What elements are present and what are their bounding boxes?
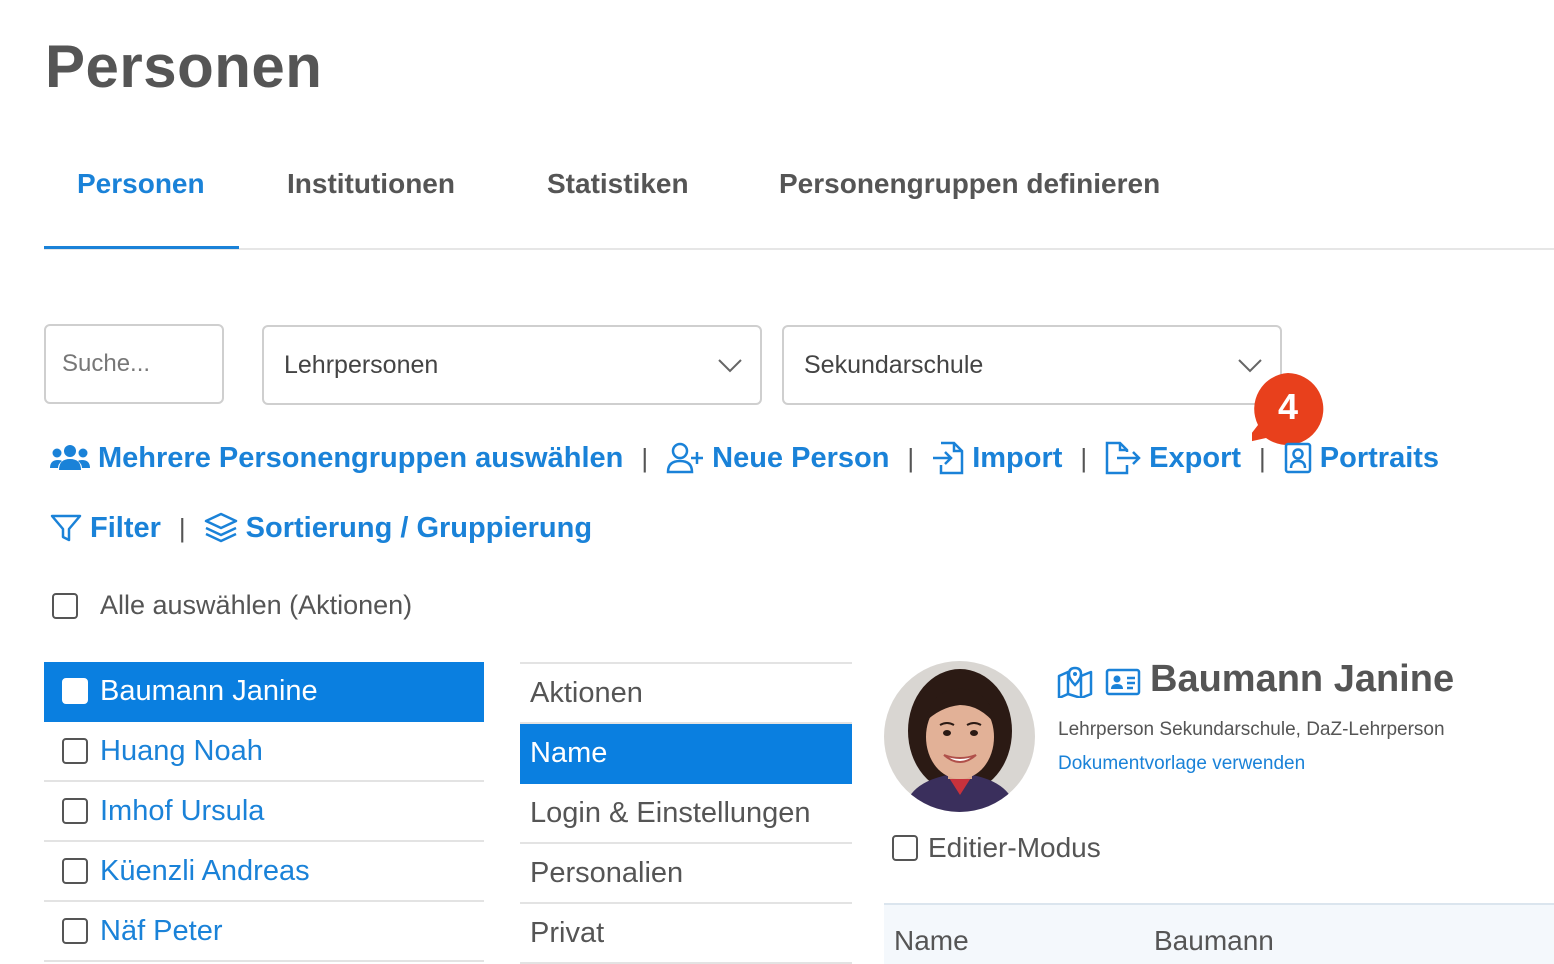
section-aktionen[interactable]: Aktionen xyxy=(520,664,852,724)
sorting-label: Sortierung / Gruppierung xyxy=(245,511,593,544)
multi-groups-link[interactable]: Mehrere Personengruppen auswählen xyxy=(50,442,623,475)
person-detail-name: Baumann Janine xyxy=(1150,658,1455,700)
tab-personengruppen-definieren[interactable]: Personengruppen definieren xyxy=(779,168,1160,200)
row-checkbox[interactable] xyxy=(62,738,88,764)
users-group-icon xyxy=(50,445,90,470)
export-label: Export xyxy=(1149,441,1242,474)
tab-statistiken[interactable]: Statistiken xyxy=(547,168,689,200)
separator: | xyxy=(641,442,649,473)
row-checkbox[interactable] xyxy=(62,798,88,824)
action-toolbar: Mehrere Personengruppen auswählen | Neue… xyxy=(50,438,1439,478)
tab-personen[interactable]: Personen xyxy=(77,168,205,200)
sorting-link[interactable]: Sortierung / Gruppierung xyxy=(204,512,592,545)
tab-institutionen[interactable]: Institutionen xyxy=(287,168,455,200)
row-checkbox[interactable] xyxy=(62,678,88,704)
document-template-link[interactable]: Dokumentvorlage verwenden xyxy=(1058,753,1305,775)
edit-mode-toggle: Editier-Modus xyxy=(892,832,1101,864)
multi-groups-label: Mehrere Personengruppen auswählen xyxy=(98,441,624,474)
user-plus-icon xyxy=(666,442,704,474)
filter-icon xyxy=(50,514,82,542)
import-label: Import xyxy=(972,441,1063,474)
layers-icon xyxy=(204,512,237,543)
list-item[interactable]: Imhof Ursula xyxy=(44,782,484,842)
portrait-icon xyxy=(1284,442,1312,474)
page-title: Personen xyxy=(45,33,323,100)
edit-mode-checkbox[interactable] xyxy=(892,835,918,861)
portrait-photo xyxy=(884,661,1035,812)
tab-bar: Personen Institutionen Statistiken Perso… xyxy=(44,150,1554,250)
info-table: Name Baumann xyxy=(884,903,1554,964)
new-person-label: Neue Person xyxy=(712,441,890,474)
filter-label: Filter xyxy=(90,511,161,544)
group-select-value: Lehrpersonen xyxy=(284,350,439,379)
step-badge: 4 xyxy=(1244,373,1324,445)
filter-link[interactable]: Filter xyxy=(50,512,161,545)
people-list: Baumann Janine Huang Noah Imhof Ursula K… xyxy=(44,662,484,962)
group-select[interactable]: Lehrpersonen xyxy=(262,325,762,405)
map-pin-icon[interactable] xyxy=(1057,666,1093,698)
search-input[interactable] xyxy=(44,324,224,404)
section-name[interactable]: Name xyxy=(520,724,852,784)
school-select[interactable]: Sekundarschule xyxy=(782,325,1282,405)
row-checkbox[interactable] xyxy=(62,858,88,884)
import-link[interactable]: Import xyxy=(932,441,1062,475)
separator: | xyxy=(1259,442,1266,473)
section-personalien[interactable]: Personalien xyxy=(520,844,852,904)
list-item[interactable]: Baumann Janine xyxy=(44,662,484,722)
portraits-label: Portraits xyxy=(1319,441,1440,474)
select-all-checkbox[interactable] xyxy=(52,592,78,619)
chevron-down-icon xyxy=(718,359,742,373)
section-privat[interactable]: Privat xyxy=(520,904,852,964)
school-select-value: Sekundarschule xyxy=(804,350,984,379)
view-toolbar: Filter | Sortierung / Gruppierung xyxy=(50,508,592,548)
person-name: Imhof Ursula xyxy=(100,794,265,827)
separator: | xyxy=(907,442,915,473)
person-name: Küenzli Andreas xyxy=(100,854,310,887)
row-checkbox[interactable] xyxy=(62,918,88,944)
step-badge-number: 4 xyxy=(1277,386,1299,427)
avatar xyxy=(884,661,1035,812)
separator: | xyxy=(1080,442,1088,473)
file-export-icon xyxy=(1105,441,1141,475)
active-tab-indicator xyxy=(44,246,239,249)
edit-mode-label: Editier-Modus xyxy=(928,832,1101,863)
person-name: Näf Peter xyxy=(100,914,223,947)
separator: | xyxy=(178,512,186,543)
list-item[interactable]: Näf Peter xyxy=(44,902,484,962)
export-link[interactable]: Export xyxy=(1105,441,1241,475)
section-login[interactable]: Login & Einstellungen xyxy=(520,784,852,844)
person-role: Lehrperson Sekundarschule, DaZ-Lehrperso… xyxy=(1058,719,1445,740)
portraits-link[interactable]: Portraits xyxy=(1284,442,1439,475)
person-name: Baumann Janine xyxy=(100,674,318,707)
info-value: Baumann xyxy=(1154,925,1274,956)
list-item[interactable]: Küenzli Andreas xyxy=(44,842,484,902)
section-list: Aktionen Name Login & Einstellungen Pers… xyxy=(520,662,852,964)
file-import-icon xyxy=(933,441,964,475)
person-name: Huang Noah xyxy=(100,734,263,767)
new-person-link[interactable]: Neue Person xyxy=(666,442,889,475)
id-card-icon[interactable] xyxy=(1105,666,1141,698)
select-all-label: Alle auswählen (Aktionen) xyxy=(100,590,413,620)
select-all-row: Alle auswählen (Aktionen) xyxy=(52,590,412,621)
info-label: Name xyxy=(894,925,969,956)
detail-icons xyxy=(1057,666,1141,698)
list-item[interactable]: Huang Noah xyxy=(44,722,484,782)
